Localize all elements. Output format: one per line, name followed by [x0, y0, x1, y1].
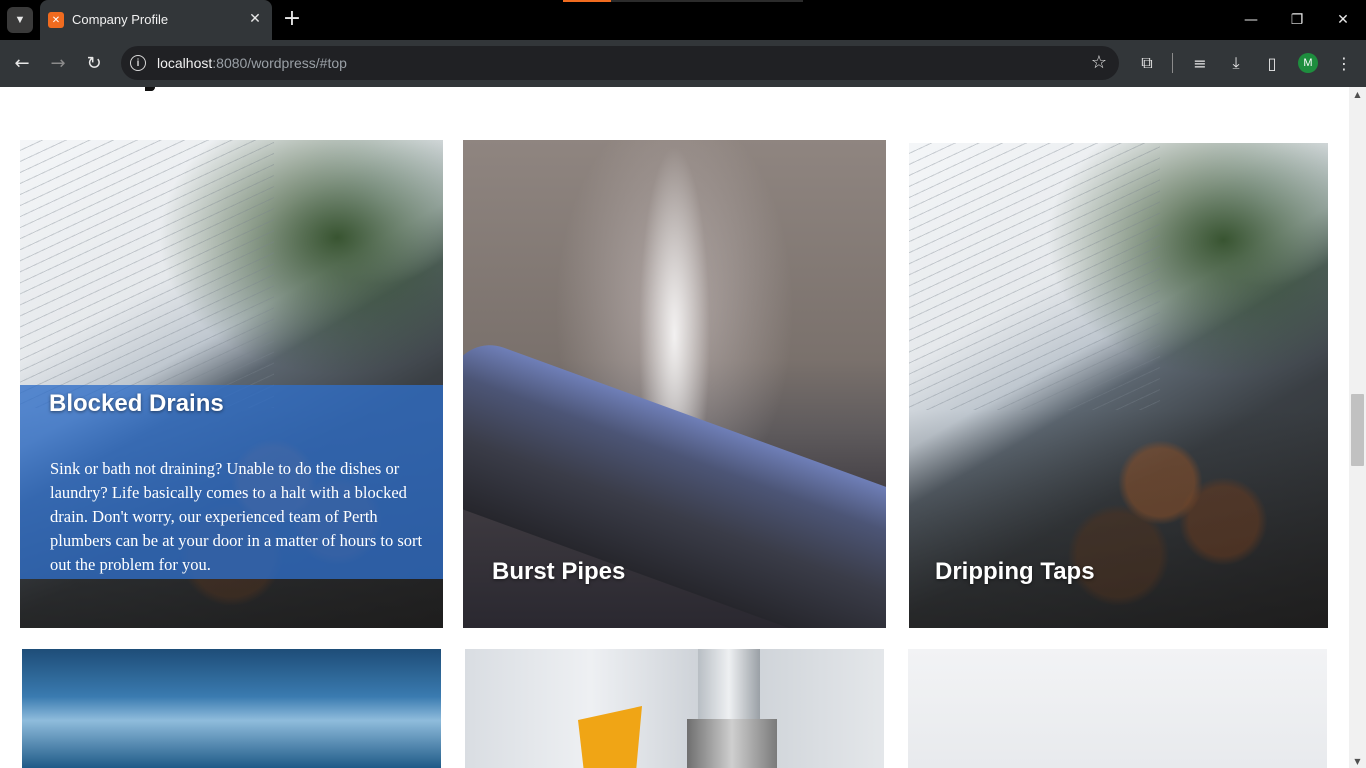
service-card-row2-1[interactable]: [22, 649, 441, 768]
section-heading-fragment: [145, 87, 155, 91]
water-image: [22, 649, 441, 768]
minimize-button[interactable]: —: [1239, 8, 1263, 32]
tab-strip: ▼ ✕ Company Profile ✕ + — ❐ ✕: [0, 0, 1366, 40]
tab-close-button[interactable]: ✕: [246, 10, 264, 28]
service-overlay: Blocked Drains Sink or bath not draining…: [20, 385, 443, 579]
url-text[interactable]: localhost:8080/wordpress/#top: [157, 55, 347, 71]
active-tab[interactable]: ✕ Company Profile ✕: [40, 0, 272, 40]
profile-avatar[interactable]: M: [1298, 53, 1318, 73]
media-queue-icon[interactable]: ≡: [1188, 51, 1212, 75]
close-icon: ✕: [249, 11, 261, 27]
chevron-down-icon: ▼: [14, 14, 26, 26]
forward-arrow-icon: →: [50, 52, 66, 74]
minimize-icon: —: [1244, 12, 1258, 28]
new-tab-button[interactable]: +: [280, 8, 304, 32]
service-card-blocked-drains[interactable]: Blocked Drains Sink or bath not draining…: [20, 140, 443, 628]
forward-button[interactable]: →: [46, 51, 70, 75]
scrollbar-thumb[interactable]: [1351, 394, 1364, 466]
loading-indicator: [563, 0, 803, 2]
sink-image: [908, 649, 1327, 768]
back-button[interactable]: ←: [10, 51, 34, 75]
service-card-row2-3[interactable]: [908, 649, 1327, 768]
page-viewport: Blocked Drains Sink or bath not draining…: [0, 87, 1349, 768]
tab-search-button[interactable]: ▼: [7, 7, 33, 33]
browser-toolbar: ← → ↻ i localhost:8080/wordpress/#top ☆ …: [0, 40, 1366, 87]
close-icon: ✕: [1337, 12, 1349, 28]
valve-image: [578, 706, 642, 768]
plus-icon: +: [282, 6, 302, 31]
toolbar-divider: [1172, 53, 1173, 73]
service-title: Burst Pipes: [492, 558, 626, 585]
xampp-icon: ✕: [48, 12, 64, 28]
reload-button[interactable]: ↻: [82, 51, 106, 75]
kebab-menu-icon[interactable]: ⋮: [1332, 51, 1356, 75]
scroll-down-icon[interactable]: ▼: [1349, 754, 1366, 768]
puzzle-icon[interactable]: ⧉: [1135, 51, 1159, 75]
download-icon[interactable]: ⤓: [1224, 51, 1248, 75]
service-card-dripping-taps[interactable]: Dripping Taps: [909, 143, 1328, 628]
page-scrollbar[interactable]: ▲ ▼: [1349, 87, 1366, 768]
tab-title: Company Profile: [72, 12, 169, 27]
service-card-burst-pipes[interactable]: Burst Pipes: [463, 140, 886, 628]
restore-icon: ❐: [1290, 12, 1304, 28]
close-window-button[interactable]: ✕: [1331, 8, 1355, 32]
restore-button[interactable]: ❐: [1285, 8, 1309, 32]
info-icon[interactable]: i: [130, 55, 146, 71]
side-panel-icon[interactable]: ▯: [1260, 51, 1284, 75]
scroll-up-icon[interactable]: ▲: [1349, 87, 1366, 101]
back-arrow-icon: ←: [14, 52, 30, 74]
address-bar[interactable]: i localhost:8080/wordpress/#top ☆: [121, 46, 1119, 80]
service-card-row2-2[interactable]: [465, 649, 884, 768]
service-description: Sink or bath not draining? Unable to do …: [50, 459, 423, 574]
service-title: Blocked Drains: [49, 390, 224, 417]
reload-icon: ↻: [86, 52, 102, 74]
service-title: Dripping Taps: [935, 558, 1095, 585]
star-icon[interactable]: ☆: [1091, 52, 1107, 73]
